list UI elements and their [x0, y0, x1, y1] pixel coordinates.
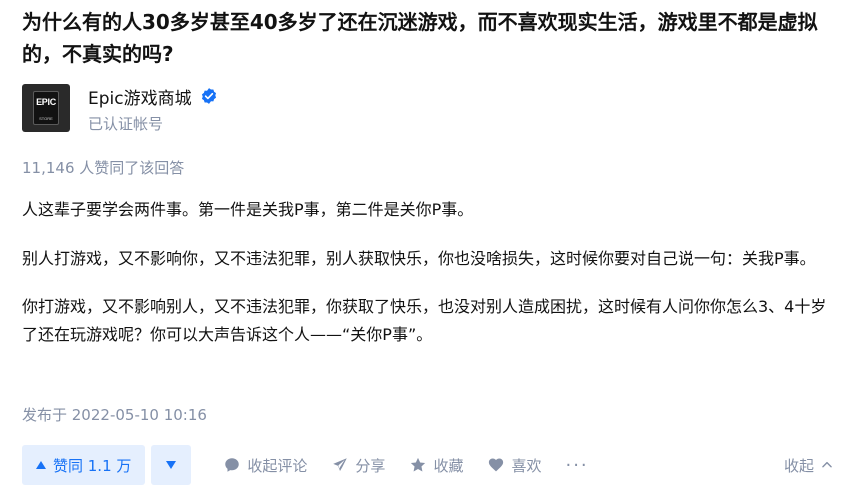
answer-paragraph: 人这辈子要学会两件事。第一件是关我P事，第二件是关你P事。 — [22, 200, 474, 219]
author-name[interactable]: Epic游戏商城 — [88, 84, 192, 109]
author-badge: 已认证帐号 — [88, 115, 164, 133]
question-title[interactable]: 为什么有的人30多岁甚至40多岁了还在沉迷游戏，而不喜欢现实生活，游戏里不都是虚… — [22, 6, 828, 70]
author-info: EPIC STORE Epic游戏商城 已认证帐号 — [22, 84, 218, 134]
favorite-label: 收藏 — [433, 456, 464, 475]
verified-check-icon — [201, 88, 216, 104]
author-meta: Epic游戏商城 已认证帐号 — [88, 84, 218, 134]
vote-count: 11,146 人赞同了该回答 — [22, 159, 185, 177]
like-button[interactable]: 喜欢 — [487, 455, 541, 476]
publish-time[interactable]: 发布于 2022-05-10 10:16 — [22, 404, 207, 425]
vote-up-button[interactable]: 赞同 1.1 万 — [22, 445, 146, 485]
vote-down-button[interactable] — [151, 445, 192, 485]
collapse-label: 收起 — [783, 456, 814, 475]
avatar-logo-text: EPIC — [36, 97, 56, 107]
answer-paragraph: 别人打游戏，又不影响你，又不违法犯罪，别人获取快乐，你也没啥损失，这时候你要对自… — [22, 249, 816, 268]
epic-logo-icon: EPIC STORE — [33, 91, 59, 125]
star-icon — [411, 457, 426, 472]
share-button[interactable]: 分享 — [331, 455, 385, 476]
answer-paragraph: 你打游戏，又不影响别人，又不违法犯罪，你获取了快乐，也没对别人造成困扰，这时候有… — [22, 297, 827, 344]
collapse-button[interactable]: 收起 — [784, 455, 834, 476]
vote-up-label: 赞同 1.1 万 — [53, 456, 132, 475]
more-button[interactable]: ··· — [565, 455, 588, 476]
action-bar: 赞同 1.1 万 收起评论 分享 收藏 喜欢 ··· 收起 — [22, 445, 834, 485]
favorite-button[interactable]: 收藏 — [409, 455, 463, 476]
comment-button[interactable]: 收起评论 — [223, 455, 307, 476]
comment-label: 收起评论 — [247, 456, 308, 475]
share-plane-icon — [333, 458, 348, 471]
comment-bubble-icon — [225, 458, 240, 472]
author-name-row: Epic游戏商城 — [88, 84, 218, 109]
triangle-down-icon — [166, 461, 177, 469]
avatar-logo-sub: STORE — [39, 116, 53, 121]
answer-content: 人这辈子要学会两件事。第一件是关我P事，第二件是关你P事。 别人打游戏，又不影响… — [22, 196, 834, 369]
chevron-up-icon — [822, 461, 832, 468]
share-label: 分享 — [355, 456, 386, 475]
like-label: 喜欢 — [511, 456, 542, 475]
heart-icon — [489, 458, 504, 472]
triangle-up-icon — [36, 461, 46, 469]
avatar[interactable]: EPIC STORE — [22, 84, 70, 132]
